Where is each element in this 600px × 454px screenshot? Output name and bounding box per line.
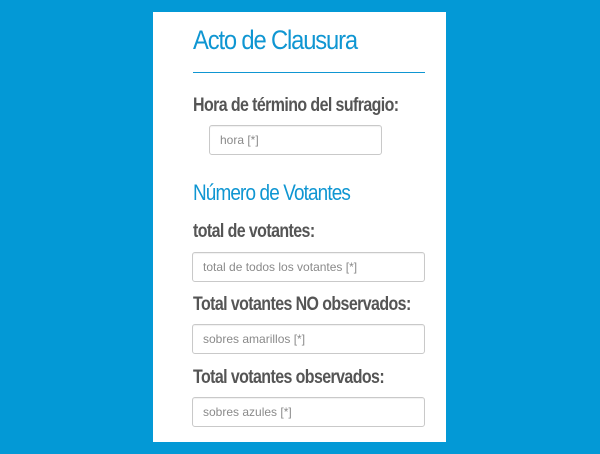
end-time-label: Hora de término del sufragio: — [193, 95, 399, 116]
not-observed-voters-label: Total votantes NO observados: — [193, 294, 411, 315]
form-title: Acto de Clausura — [193, 25, 358, 55]
total-voters-input[interactable] — [192, 252, 425, 282]
total-voters-label: total de votantes: — [193, 221, 315, 242]
observed-voters-label: Total votantes observados: — [193, 367, 385, 388]
title-divider — [193, 72, 425, 73]
observed-voters-input[interactable] — [192, 397, 425, 427]
closing-act-form-panel: Acto de Clausura Hora de término del suf… — [153, 12, 446, 442]
end-time-input[interactable] — [209, 125, 382, 155]
not-observed-voters-input[interactable] — [192, 324, 425, 354]
voters-section-title: Número de Votantes — [193, 180, 351, 205]
